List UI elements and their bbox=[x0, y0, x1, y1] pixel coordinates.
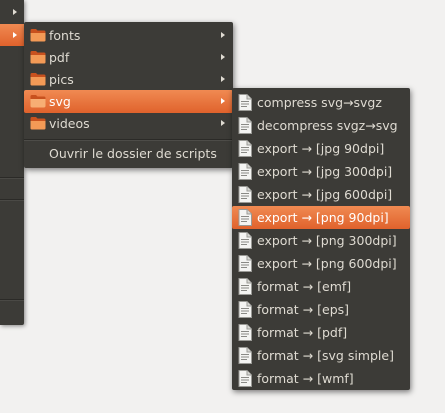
menu-item-label: fonts bbox=[49, 28, 81, 43]
svg-script-item[interactable]: export → [png 600dpi] bbox=[232, 252, 410, 275]
svg-script-item[interactable]: format → [wmf] bbox=[232, 367, 410, 390]
chevron-right-icon bbox=[221, 98, 225, 104]
menu-item-label: Ouvrir le dossier de scripts bbox=[49, 146, 217, 161]
document-icon bbox=[238, 117, 252, 134]
parent-menu-item-scripts[interactable] bbox=[0, 24, 24, 46]
menu-separator bbox=[0, 299, 24, 301]
folder-icon bbox=[30, 51, 46, 64]
menu-separator bbox=[24, 139, 233, 141]
svg-script-item[interactable]: export → [png 90dpi] bbox=[232, 206, 410, 229]
menu-item-pics[interactable]: pics bbox=[24, 68, 233, 91]
menu-item-label: svg bbox=[49, 94, 71, 109]
menu-item-label: format → [wmf] bbox=[257, 371, 354, 386]
menu-item-label: export → [png 90dpi] bbox=[257, 210, 389, 225]
svg-scripts-menu: compress svg→svgz decompress svgz→svg expo… bbox=[232, 88, 410, 390]
chevron-right-icon bbox=[13, 32, 17, 38]
folder-icon bbox=[30, 117, 46, 130]
menu-item-label: format → [pdf] bbox=[257, 325, 348, 340]
chevron-right-icon bbox=[221, 32, 225, 38]
document-icon bbox=[238, 186, 252, 203]
folder-icon bbox=[30, 73, 46, 86]
menu-item-fonts[interactable]: fonts bbox=[24, 24, 233, 47]
svg-script-item[interactable]: compress svg→svgz bbox=[232, 91, 410, 114]
document-icon bbox=[238, 209, 252, 226]
menu-item-label: format → [emf] bbox=[257, 279, 352, 294]
menu-item-label: export → [jpg 90dpi] bbox=[257, 141, 385, 156]
menu-item-label: export → [png 300dpi] bbox=[257, 233, 397, 248]
document-icon bbox=[238, 324, 252, 341]
menu-item-svg[interactable]: svg bbox=[24, 90, 233, 113]
chevron-right-icon bbox=[221, 54, 225, 60]
svg-script-item[interactable]: export → [jpg 90dpi] bbox=[232, 137, 410, 160]
menu-item-label: export → [jpg 600dpi] bbox=[257, 187, 393, 202]
menu-item-label: videos bbox=[49, 116, 90, 131]
chevron-right-icon bbox=[221, 76, 225, 82]
menu-item-pdf[interactable]: pdf bbox=[24, 46, 233, 69]
svg-script-item[interactable]: format → [svg simple] bbox=[232, 344, 410, 367]
document-icon bbox=[238, 255, 252, 272]
svg-script-item[interactable]: export → [jpg 600dpi] bbox=[232, 183, 410, 206]
svg-script-item[interactable]: export → [png 300dpi] bbox=[232, 229, 410, 252]
menu-item-label: pdf bbox=[49, 50, 70, 65]
menu-item-label: format → [svg simple] bbox=[257, 348, 394, 363]
document-icon bbox=[238, 140, 252, 157]
folder-icon bbox=[30, 29, 46, 42]
document-icon bbox=[238, 301, 252, 318]
menu-item-label: format → [eps] bbox=[257, 302, 350, 317]
menu-separator bbox=[0, 199, 24, 201]
menu-item-videos[interactable]: videos bbox=[24, 112, 233, 135]
menu-item-label: export → [jpg 300dpi] bbox=[257, 164, 393, 179]
document-icon bbox=[238, 347, 252, 364]
document-icon bbox=[238, 232, 252, 249]
scripts-folder-menu: fonts pdf pics svg videos Ouvrir le doss… bbox=[24, 22, 233, 168]
chevron-right-icon bbox=[221, 120, 225, 126]
document-icon bbox=[238, 163, 252, 180]
menu-item-label: pics bbox=[49, 72, 74, 87]
svg-script-item[interactable]: export → [jpg 300dpi] bbox=[232, 160, 410, 183]
svg-script-item[interactable]: format → [eps] bbox=[232, 298, 410, 321]
document-icon bbox=[238, 370, 252, 387]
menu-item-label: decompress svgz→svg bbox=[257, 118, 398, 133]
chevron-right-icon bbox=[13, 9, 17, 15]
menu-item-label: export → [png 600dpi] bbox=[257, 256, 397, 271]
document-icon bbox=[238, 94, 252, 111]
svg-script-item[interactable]: decompress svgz→svg bbox=[232, 114, 410, 137]
svg-script-item[interactable]: format → [emf] bbox=[232, 275, 410, 298]
menu-separator bbox=[0, 177, 24, 179]
folder-icon bbox=[30, 95, 46, 108]
open-scripts-folder-item[interactable]: Ouvrir le dossier de scripts bbox=[24, 142, 233, 165]
svg-script-item[interactable]: format → [pdf] bbox=[232, 321, 410, 344]
document-icon bbox=[238, 278, 252, 295]
menu-item-label: compress svg→svgz bbox=[257, 95, 382, 110]
parent-menu bbox=[0, 0, 24, 325]
